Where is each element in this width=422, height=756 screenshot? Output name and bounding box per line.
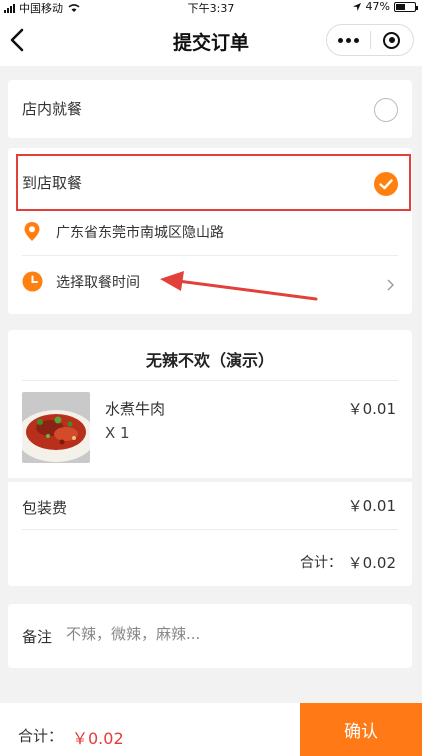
dine-in-label: 店内就餐: [22, 100, 83, 118]
more-menu-icon[interactable]: [327, 25, 370, 55]
battery-percent: 47%: [365, 0, 390, 13]
fee-divider: [22, 529, 398, 530]
dine-in-radio[interactable]: [374, 98, 398, 122]
items-divider: [8, 478, 412, 482]
packaging-fee-value: ￥0.01: [347, 497, 396, 515]
item-price: ￥0.01: [347, 400, 396, 418]
pickup-time-label: 选择取餐时间: [56, 275, 140, 291]
nav-bar: 提交订单: [0, 14, 422, 66]
pickup-label: 到店取餐: [22, 174, 83, 192]
shop-name: 无辣不欢（演示）: [145, 351, 274, 370]
annotation-arrow-icon: [160, 271, 318, 301]
close-mini-program-icon[interactable]: [370, 25, 413, 55]
footer-total-label: 合计：: [18, 727, 64, 745]
mini-program-capsule: [326, 24, 414, 56]
remark-label: 备注: [22, 628, 53, 646]
status-bar-right: 47%: [352, 0, 418, 13]
confirm-button[interactable]: 确认: [300, 703, 422, 756]
shop-divider: [22, 380, 398, 381]
remark-input[interactable]: [66, 622, 386, 646]
pickup-radio-checked[interactable]: [374, 172, 398, 196]
subtotal-label: 合计：: [300, 555, 342, 571]
packaging-fee-label: 包装费: [22, 499, 68, 517]
footer-total-value: ￥0.02: [72, 729, 124, 748]
dine-in-card[interactable]: 店内就餐: [8, 80, 412, 138]
item-quantity: X 1: [105, 424, 130, 442]
item-name: 水煮牛肉: [105, 400, 166, 418]
checkmark-icon: [379, 179, 393, 190]
location-pin-icon: [24, 222, 40, 241]
pickup-address: 广东省东莞市南城区隐山路: [56, 225, 224, 241]
pickup-option-row[interactable]: 到店取餐: [8, 148, 412, 214]
dish-image: [22, 392, 90, 463]
status-bar: 中国移动 下午3:37 47%: [0, 0, 422, 15]
battery-icon: [394, 1, 418, 12]
location-arrow-icon: [352, 2, 361, 11]
clock-icon: [22, 271, 43, 292]
subtotal-value: ￥0.02: [347, 554, 396, 572]
chevron-right-icon: [387, 279, 394, 291]
